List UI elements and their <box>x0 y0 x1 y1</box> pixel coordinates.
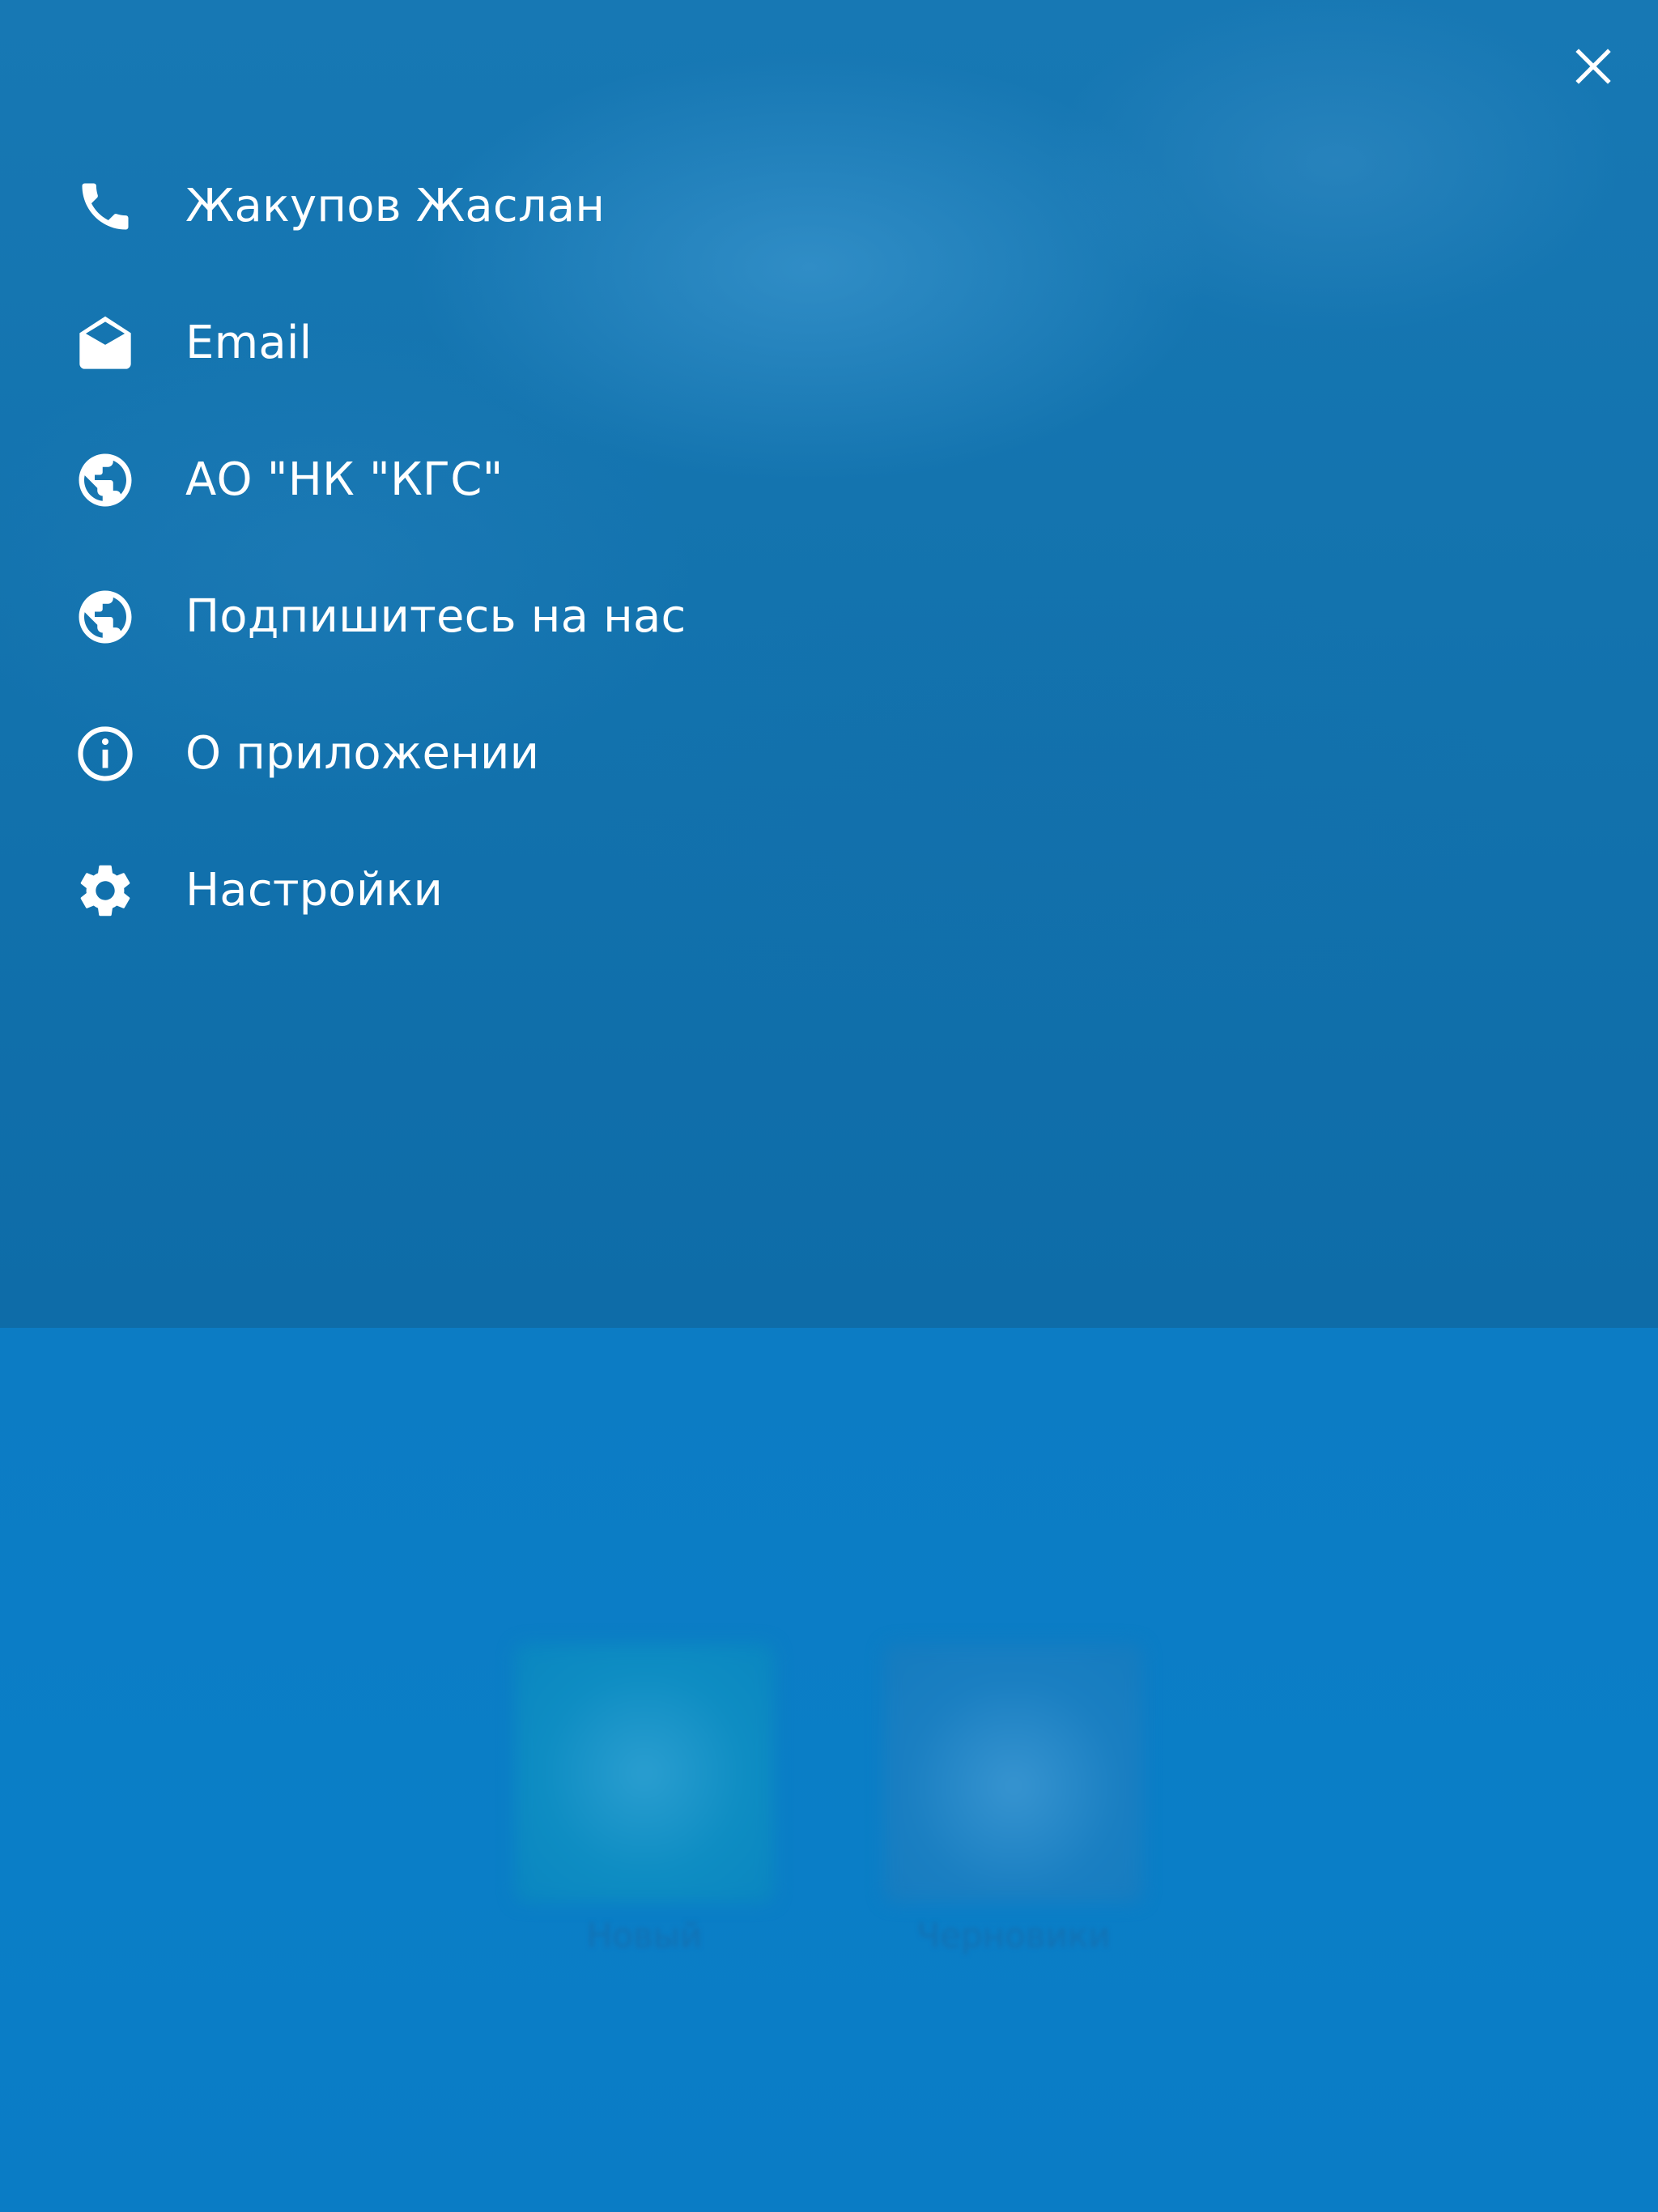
menu-item-email-label: Email <box>185 317 312 369</box>
globe-icon <box>71 446 139 514</box>
menu-item-email[interactable]: Email <box>71 274 1043 411</box>
menu-overlay: Жакупов Жаслан Email АО "НК "КГС" Подпиш… <box>0 0 1658 2212</box>
menu-item-contact-label: Жакупов Жаслан <box>185 180 606 232</box>
menu-item-follow-us[interactable]: Подпишитесь на нас <box>71 548 1043 685</box>
menu-item-contact[interactable]: Жакупов Жаслан <box>71 138 1043 274</box>
menu-item-about[interactable]: О приложении <box>71 685 1043 822</box>
gear-icon <box>71 857 139 925</box>
menu-item-settings[interactable]: Настройки <box>71 822 1043 959</box>
menu-item-about-label: О приложении <box>185 727 540 780</box>
globe-icon <box>71 583 139 651</box>
menu-item-company-site[interactable]: АО "НК "КГС" <box>71 411 1043 548</box>
close-icon <box>1575 49 1611 84</box>
app-screen: Новый Черновики Жакупов Жаслан Email АО … <box>0 0 1658 2212</box>
menu-item-follow-us-label: Подпишитесь на нас <box>185 590 687 643</box>
phone-icon <box>71 172 139 240</box>
side-menu: Жакупов Жаслан Email АО "НК "КГС" Подпиш… <box>71 138 1043 959</box>
close-button[interactable] <box>1561 34 1626 99</box>
menu-item-settings-label: Настройки <box>185 864 444 917</box>
info-icon <box>71 720 139 788</box>
menu-item-company-site-label: АО "НК "КГС" <box>185 453 504 506</box>
envelope-open-icon <box>71 309 139 377</box>
